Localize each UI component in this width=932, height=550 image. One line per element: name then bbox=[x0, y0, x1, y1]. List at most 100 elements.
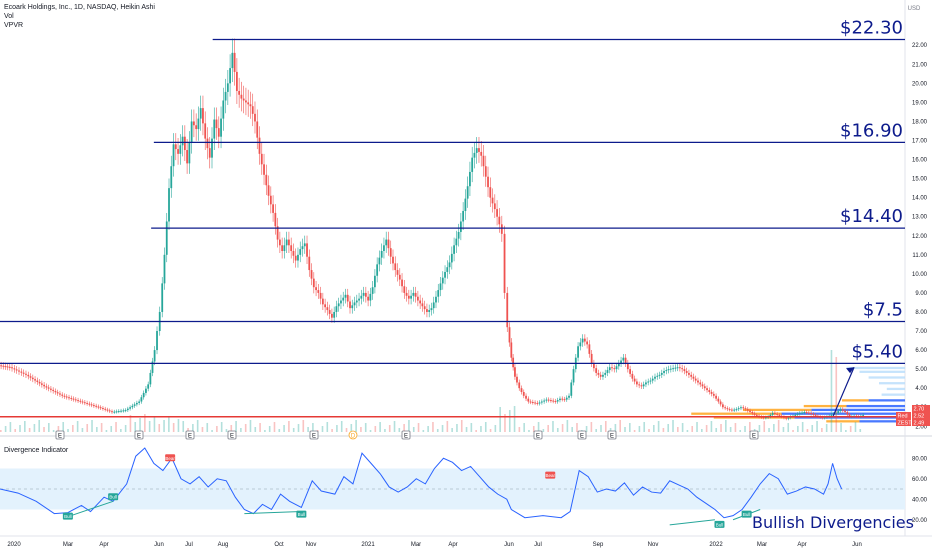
event-marker-label: E bbox=[536, 434, 540, 440]
candle-body bbox=[516, 376, 518, 383]
candle-body bbox=[744, 408, 747, 410]
volume-bar bbox=[475, 430, 477, 432]
volume-bar bbox=[14, 429, 17, 432]
price-axis-tick: 11.00 bbox=[912, 253, 927, 259]
candle-body bbox=[491, 197, 494, 204]
candle-body bbox=[256, 121, 259, 138]
candle-body bbox=[342, 297, 345, 301]
candle-body bbox=[315, 287, 317, 291]
volume-bar bbox=[849, 426, 852, 432]
candle-body bbox=[699, 382, 702, 385]
volume-bar bbox=[321, 426, 324, 432]
volume-bar bbox=[422, 430, 425, 432]
candle-body bbox=[728, 409, 731, 411]
event-marker-label: D bbox=[351, 434, 356, 440]
candle-body bbox=[31, 377, 34, 380]
vpvr-bar bbox=[881, 393, 905, 396]
candle-body bbox=[538, 402, 541, 404]
candle-body bbox=[669, 368, 672, 370]
candle-body bbox=[484, 166, 487, 177]
candle-body bbox=[186, 150, 189, 164]
candle-body bbox=[328, 310, 331, 314]
event-marker-label: E bbox=[137, 434, 141, 440]
candle-body bbox=[742, 407, 745, 409]
volume-bar bbox=[115, 422, 117, 432]
candle-body bbox=[190, 121, 193, 143]
time-axis-tick: 2021 bbox=[361, 542, 375, 548]
volume-bar bbox=[129, 415, 132, 432]
candle-body bbox=[129, 407, 131, 409]
candle-body bbox=[11, 367, 13, 369]
candle-body bbox=[419, 300, 422, 304]
candle-body bbox=[353, 302, 356, 306]
volume-bar bbox=[62, 422, 65, 432]
candle-body bbox=[731, 409, 733, 411]
candle-body bbox=[389, 248, 392, 257]
candle-body bbox=[446, 267, 449, 272]
candle-body bbox=[285, 239, 288, 246]
candle-body bbox=[430, 308, 433, 311]
candle-body bbox=[269, 195, 272, 205]
candle-body bbox=[249, 104, 252, 107]
candle-body bbox=[733, 409, 736, 411]
candle-body bbox=[324, 304, 327, 308]
candle-body bbox=[310, 270, 313, 279]
candle-body bbox=[215, 119, 218, 129]
candle-body bbox=[586, 341, 589, 345]
candle-body bbox=[163, 254, 166, 284]
volume-bar bbox=[297, 424, 300, 432]
price-axis-tick: 18.00 bbox=[912, 119, 928, 125]
volume-bar bbox=[388, 425, 391, 432]
volume-bar bbox=[624, 427, 626, 432]
candle-body bbox=[0, 365, 2, 367]
volume-bar bbox=[427, 426, 429, 432]
candle-body bbox=[81, 401, 84, 403]
candle-body bbox=[326, 307, 329, 311]
candle-body bbox=[396, 270, 399, 275]
candle-body bbox=[807, 412, 810, 414]
candle-body bbox=[299, 249, 302, 255]
candle-body bbox=[88, 403, 91, 405]
volume-bar bbox=[206, 423, 209, 432]
volume-bar bbox=[749, 422, 751, 432]
candle-body bbox=[254, 113, 256, 122]
volume-bar bbox=[600, 425, 602, 432]
volume-bar bbox=[432, 422, 434, 432]
volume-bar bbox=[384, 429, 386, 432]
volume-bar bbox=[629, 423, 631, 432]
candle-body bbox=[626, 363, 629, 370]
candle-body bbox=[204, 123, 207, 139]
volume-bar bbox=[220, 422, 223, 432]
candle-body bbox=[378, 257, 381, 265]
candle-body bbox=[373, 275, 376, 288]
candle-body bbox=[496, 209, 498, 217]
candle-body bbox=[527, 398, 530, 402]
candle-body bbox=[56, 392, 59, 394]
vpvr-bar bbox=[846, 366, 905, 370]
candle-body bbox=[263, 164, 265, 175]
candle-body bbox=[694, 378, 697, 381]
candle-body bbox=[70, 397, 73, 399]
candle-body bbox=[367, 296, 370, 301]
candle-body bbox=[622, 357, 625, 361]
price-level-label: $14.40 bbox=[840, 206, 903, 227]
candle-body bbox=[124, 410, 127, 412]
candle-body bbox=[18, 370, 20, 372]
candle-body bbox=[683, 369, 686, 372]
vpvr-bar bbox=[879, 382, 905, 385]
candle-body bbox=[597, 372, 600, 375]
candle-body bbox=[122, 410, 125, 412]
candle-body bbox=[79, 400, 82, 402]
candle-body bbox=[654, 376, 656, 379]
candle-body bbox=[340, 300, 342, 304]
event-marker-label: E bbox=[404, 434, 408, 440]
candle-body bbox=[615, 366, 618, 370]
candle-body bbox=[717, 398, 720, 402]
candle-body bbox=[54, 391, 57, 393]
time-axis-tick: Jul bbox=[534, 542, 542, 548]
candle-body bbox=[724, 407, 727, 409]
volume-bar bbox=[307, 427, 309, 432]
candle-body bbox=[466, 186, 469, 199]
candle-body bbox=[383, 245, 385, 252]
volume-bar bbox=[499, 407, 501, 432]
